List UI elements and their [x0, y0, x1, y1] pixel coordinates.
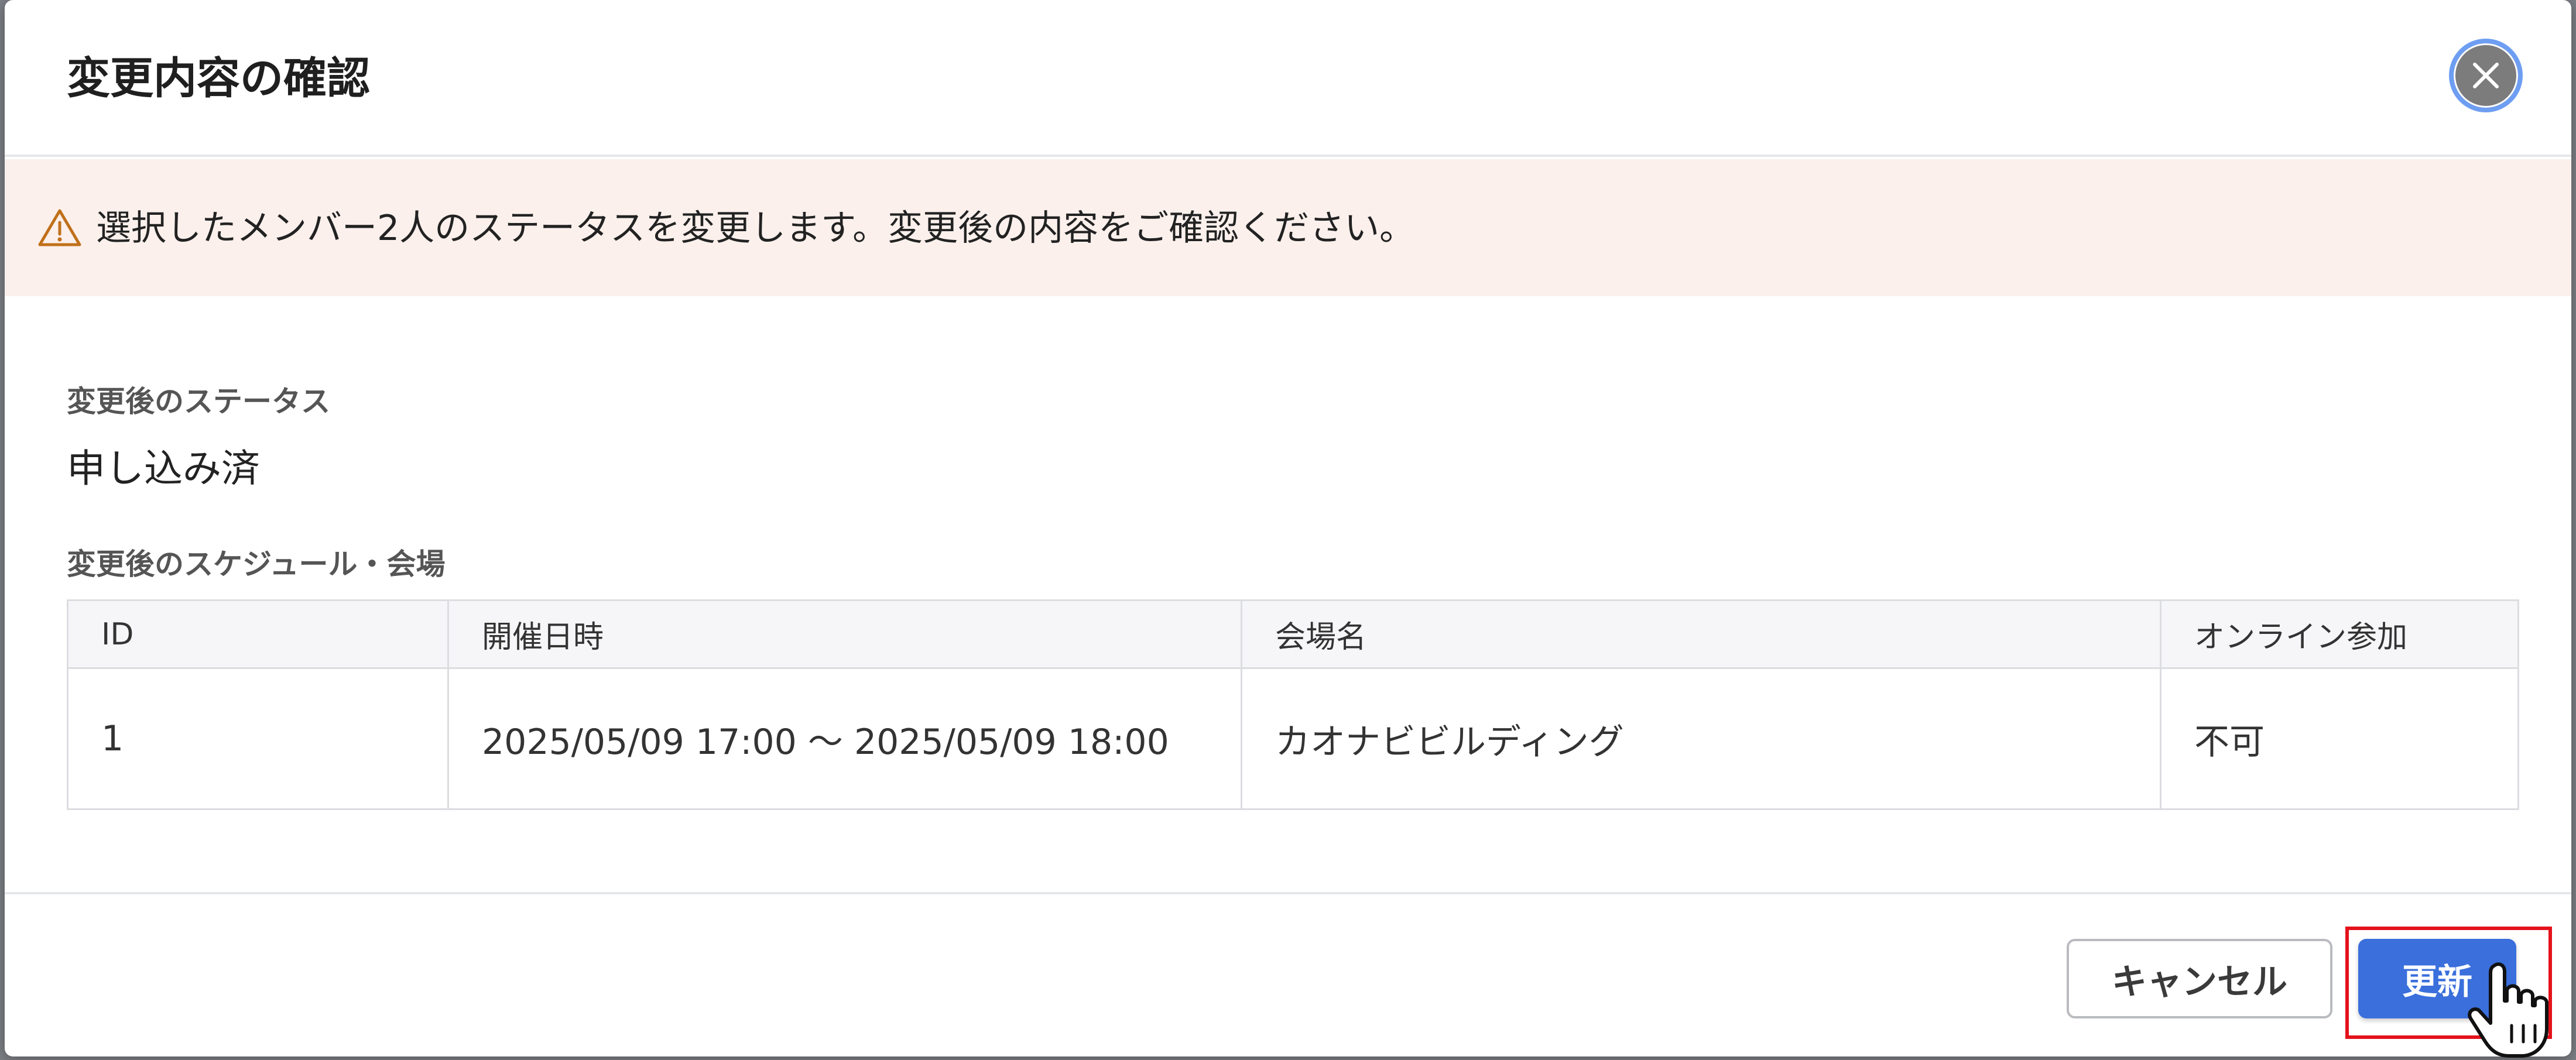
status-value: 申し込み済 — [67, 446, 260, 491]
confirm-dialog: 変更内容の確認 選択したメンバー2人のステータスを変更します。変更後の内容をご確… — [5, 0, 2571, 1056]
close-icon — [2473, 63, 2499, 88]
column-header-datetime: 開催日時 — [447, 599, 1242, 669]
table-row: 1 2025/05/09 17:00 〜 2025/05/09 18:00 カオ… — [67, 667, 2519, 810]
cancel-button[interactable]: キャンセル — [2067, 939, 2332, 1018]
schedule-label: 変更後のスケジュール・会場 — [67, 547, 446, 581]
status-label: 変更後のステータス — [67, 385, 330, 418]
column-header-id: ID — [67, 599, 449, 669]
schedule-table: ID 開催日時 会場名 オンライン参加 1 2025/05/09 17:00 〜… — [67, 599, 2519, 810]
update-button[interactable]: 更新 — [2358, 939, 2516, 1018]
dialog-header: 変更内容の確認 — [5, 0, 2571, 157]
column-header-venue: 会場名 — [1241, 599, 2161, 669]
alert-message: 選択したメンバー2人のステータスを変更します。変更後の内容をご確認ください。 — [96, 208, 1415, 249]
table-header-row: ID 開催日時 会場名 オンライン参加 — [67, 599, 2519, 669]
warning-triangle-icon — [38, 209, 81, 246]
dialog-footer: キャンセル 更新 — [5, 892, 2571, 1056]
cell-datetime: 2025/05/09 17:00 〜 2025/05/09 18:00 — [447, 667, 1242, 810]
cell-venue: カオナビビルディング — [1241, 667, 2161, 810]
cell-online: 不可 — [2160, 667, 2519, 810]
cell-id: 1 — [67, 667, 449, 810]
warning-alert: 選択したメンバー2人のステータスを変更します。変更後の内容をご確認ください。 — [5, 159, 2571, 296]
dialog-title: 変更内容の確認 — [67, 53, 370, 104]
close-button[interactable] — [2449, 39, 2523, 112]
column-header-online: オンライン参加 — [2160, 599, 2519, 669]
